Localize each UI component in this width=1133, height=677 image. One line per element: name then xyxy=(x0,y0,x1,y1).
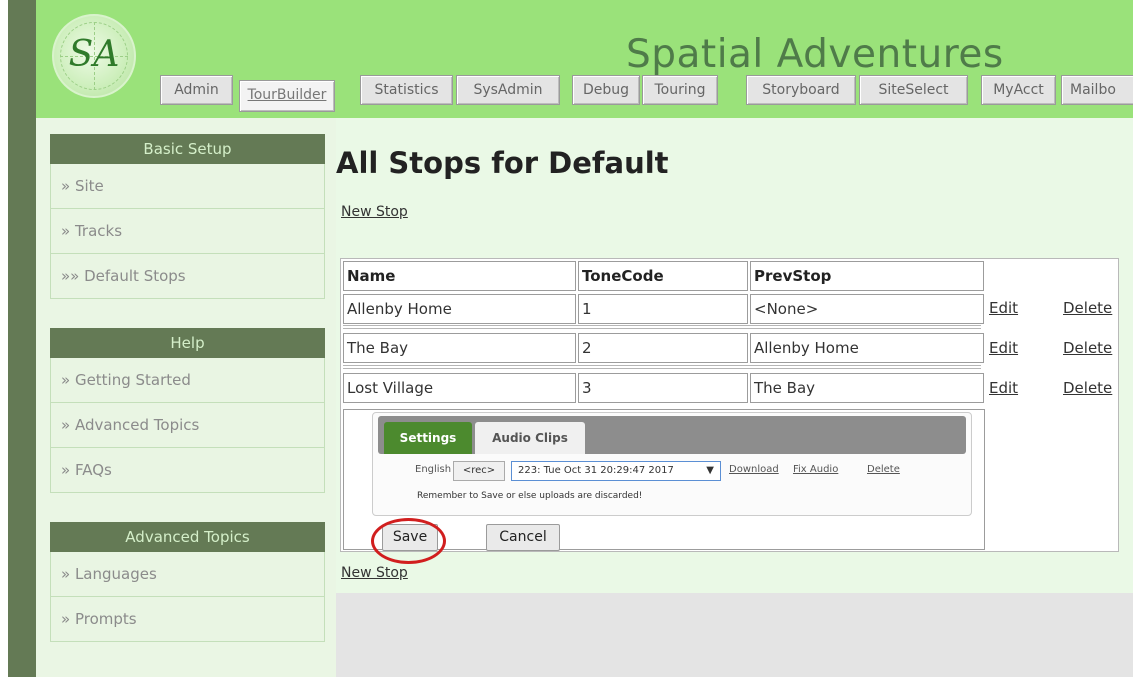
delete-link[interactable]: Delete xyxy=(1063,339,1112,357)
section-basic-setup: Basic Setup » Site » Tracks »» Default S… xyxy=(50,134,325,299)
section-title: Basic Setup xyxy=(50,134,325,164)
tab-mailbox[interactable]: Mailbo xyxy=(1061,75,1133,105)
delete-clip-link[interactable]: Delete xyxy=(867,464,900,475)
header-name: Name xyxy=(343,261,576,291)
left-band xyxy=(8,0,36,677)
cancel-button[interactable]: Cancel xyxy=(486,524,560,551)
audio-clip-select[interactable]: 223: Tue Oct 31 20:29:47 2017 ▼ xyxy=(511,461,721,481)
header-tonecode: ToneCode xyxy=(578,261,748,291)
stops-table: Name ToneCode PrevStop Allenby Home 1 <N… xyxy=(340,258,1119,564)
page-title: All Stops for Default xyxy=(336,146,669,180)
logo-text: SA xyxy=(68,34,120,75)
tab-admin[interactable]: Admin xyxy=(160,75,233,105)
cell-name: Lost Village xyxy=(343,373,576,403)
delete-link[interactable]: Delete xyxy=(1063,299,1112,317)
audio-clip-value: 223: Tue Oct 31 20:29:47 2017 xyxy=(518,465,674,476)
cell-prevstop: Allenby Home xyxy=(750,333,984,363)
editor-panel: Settings Audio Clips English <rec> 223: … xyxy=(372,412,972,516)
edit-link[interactable]: Edit xyxy=(989,339,1018,357)
sidebar-item-tracks[interactable]: » Tracks xyxy=(50,209,325,254)
cell-tonecode: 2 xyxy=(578,333,748,363)
section-help: Help » Getting Started » Advanced Topics… xyxy=(50,328,325,493)
cell-tonecode: 1 xyxy=(578,294,748,324)
site-title: Spatial Adventures xyxy=(626,32,1004,77)
left-strip xyxy=(0,0,8,677)
cell-tonecode: 3 xyxy=(578,373,748,403)
language-label: English xyxy=(415,464,452,475)
cell-name: The Bay xyxy=(343,333,576,363)
sidebar-item-prompts[interactable]: » Prompts xyxy=(50,597,325,642)
tab-tourbuilder[interactable]: TourBuilder xyxy=(239,80,335,112)
audio-clip-row: English <rec> 223: Tue Oct 31 20:29:47 2… xyxy=(373,461,973,483)
main-content: All Stops for Default New Stop Name Tone… xyxy=(336,118,1133,593)
download-link[interactable]: Download xyxy=(729,464,779,475)
editor-tabbar: Settings Audio Clips xyxy=(378,416,966,454)
sidebar-item-advanced-topics[interactable]: » Advanced Topics xyxy=(50,403,325,448)
edit-link[interactable]: Edit xyxy=(989,299,1018,317)
sidebar-item-site[interactable]: » Site xyxy=(50,164,325,209)
save-reminder: Remember to Save or else uploads are dis… xyxy=(417,491,643,501)
sidebar-item-getting-started[interactable]: » Getting Started xyxy=(50,358,325,403)
section-title: Advanced Topics xyxy=(50,522,325,552)
edit-link[interactable]: Edit xyxy=(989,379,1018,397)
tab-siteselect[interactable]: SiteSelect xyxy=(859,75,968,105)
tab-touring[interactable]: Touring xyxy=(642,75,718,105)
row-divider xyxy=(343,325,981,329)
cell-name: Allenby Home xyxy=(343,294,576,324)
sidebar-item-faqs[interactable]: » FAQs xyxy=(50,448,325,493)
new-stop-link[interactable]: New Stop xyxy=(341,204,408,220)
cell-prevstop: The Bay xyxy=(750,373,984,403)
new-stop-link-bottom[interactable]: New Stop xyxy=(341,565,408,581)
stop-editor: Settings Audio Clips English <rec> 223: … xyxy=(343,409,985,564)
record-button[interactable]: <rec> xyxy=(453,461,505,481)
delete-link[interactable]: Delete xyxy=(1063,379,1112,397)
header: SA Spatial Adventures Admin TourBuilder … xyxy=(36,0,1133,118)
save-highlight-circle xyxy=(371,518,446,564)
footer-area xyxy=(336,593,1133,677)
sidebar-item-default-stops[interactable]: »» Default Stops xyxy=(50,254,325,299)
tab-statistics[interactable]: Statistics xyxy=(360,75,453,105)
sidebar-item-languages[interactable]: » Languages xyxy=(50,552,325,597)
row-divider xyxy=(343,365,981,369)
section-advanced-topics: Advanced Topics » Languages » Prompts xyxy=(50,522,325,642)
tab-audio-clips[interactable]: Audio Clips xyxy=(475,422,585,454)
tab-debug[interactable]: Debug xyxy=(572,75,640,105)
chevron-down-icon: ▼ xyxy=(706,465,714,476)
sidebar: Basic Setup » Site » Tracks »» Default S… xyxy=(36,118,336,677)
tab-storyboard[interactable]: Storyboard xyxy=(746,75,856,105)
cell-prevstop: <None> xyxy=(750,294,984,324)
tab-sysadmin[interactable]: SysAdmin xyxy=(456,75,560,105)
section-title: Help xyxy=(50,328,325,358)
logo: SA xyxy=(52,14,136,98)
fix-audio-link[interactable]: Fix Audio xyxy=(793,464,838,475)
tab-myacct[interactable]: MyAcct xyxy=(981,75,1056,105)
header-prevstop: PrevStop xyxy=(750,261,984,291)
tab-settings[interactable]: Settings xyxy=(384,422,472,454)
